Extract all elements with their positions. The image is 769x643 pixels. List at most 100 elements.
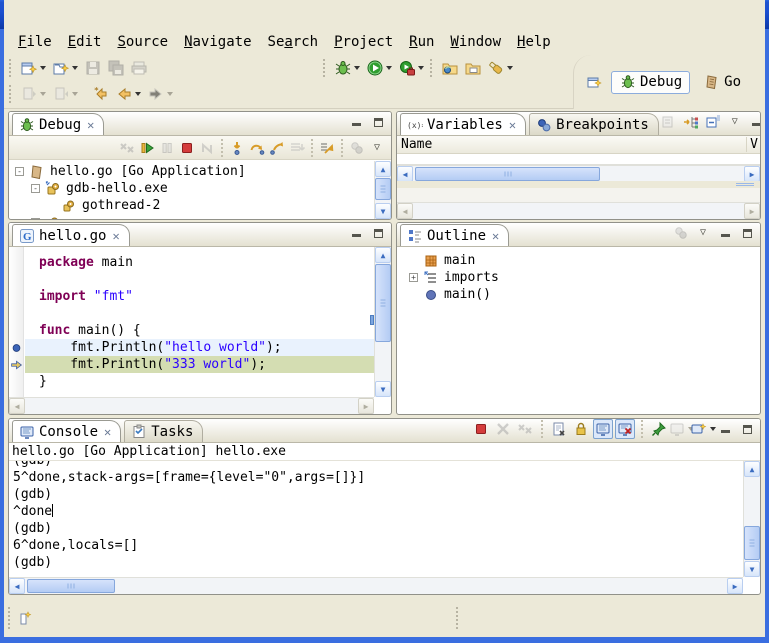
maximize-view-icon[interactable] (368, 223, 388, 243)
tab-tasks[interactable]: Tasks (124, 420, 203, 442)
code-line[interactable]: package main (25, 254, 374, 271)
close-tab-icon[interactable]: ✕ (509, 118, 516, 132)
dropdown-arrow-icon[interactable] (40, 66, 46, 70)
code-line[interactable] (25, 305, 374, 322)
minimize-view-icon[interactable] (346, 223, 366, 243)
menu-search[interactable]: Search (260, 32, 327, 52)
code-line[interactable]: fmt.Println("hello world"); (25, 339, 374, 356)
tree-item[interactable]: gothread-2 (11, 197, 374, 214)
view-menu-icon[interactable]: ▽ (725, 112, 745, 132)
collapse-all-button[interactable] (703, 112, 723, 132)
view-menu-icon[interactable]: ▽ (367, 138, 387, 158)
step-return-button[interactable] (267, 138, 287, 158)
variables-column-headers[interactable]: Name V (397, 136, 760, 154)
step-into-button[interactable] (227, 138, 247, 158)
step-filters-button[interactable] (317, 138, 337, 158)
save-button[interactable] (81, 57, 104, 79)
forward-button[interactable] (144, 83, 176, 105)
editor-vertical-scrollbar[interactable]: ▲ ▼ (374, 247, 391, 397)
logical-structure-button[interactable] (681, 112, 701, 132)
variables-detail-pane[interactable]: ◀ ▶ (397, 188, 760, 219)
menu-edit[interactable]: Edit (60, 32, 110, 52)
resume-button[interactable] (137, 138, 157, 158)
maximize-view-icon[interactable] (368, 112, 388, 132)
code-editor[interactable]: package mainimport "fmt"func main() { fm… (9, 247, 374, 397)
dropdown-arrow-icon[interactable] (72, 66, 78, 70)
scroll-down-icon[interactable]: ▼ (375, 381, 391, 397)
tree-item[interactable]: main() (405, 286, 760, 303)
perspective-go[interactable]: Go (696, 72, 748, 93)
close-tab-icon[interactable]: ✕ (492, 229, 499, 243)
prev-annotation-button[interactable] (49, 83, 81, 105)
new-wizard-button[interactable] (17, 57, 49, 79)
remove-terminated-button[interactable] (117, 138, 137, 158)
disconnect-button[interactable] (197, 138, 217, 158)
run-button[interactable] (363, 57, 395, 79)
scroll-left-icon[interactable]: ◀ (397, 166, 413, 182)
expand-icon[interactable]: + (409, 273, 418, 282)
menu-help[interactable]: Help (509, 32, 559, 52)
scroll-down-icon[interactable]: ▼ (744, 561, 760, 577)
collapse-icon[interactable]: - (31, 218, 40, 219)
close-tab-icon[interactable]: ✕ (104, 425, 111, 439)
back-button[interactable] (112, 83, 144, 105)
minimize-view-icon[interactable] (715, 223, 735, 243)
close-tab-icon[interactable]: ✕ (87, 118, 94, 132)
scroll-up-icon[interactable]: ▲ (375, 247, 391, 263)
display-console-button[interactable] (671, 419, 691, 439)
scrollbar-thumb[interactable] (375, 264, 391, 342)
dropdown-arrow-icon[interactable] (418, 66, 424, 70)
scroll-lock-button[interactable] (571, 419, 591, 439)
collapse-icon[interactable]: - (31, 184, 40, 193)
editor-gutter[interactable] (9, 247, 24, 397)
gray-circles-button[interactable] (347, 138, 367, 158)
menu-window[interactable]: Window (442, 32, 509, 52)
close-tab-icon[interactable]: ✕ (112, 229, 119, 243)
print-button[interactable] (127, 57, 150, 79)
folder-ball-button[interactable] (438, 57, 461, 79)
menu-project[interactable]: Project (326, 32, 401, 52)
tab-debug[interactable]: Debug✕ (12, 113, 104, 135)
menu-run[interactable]: Run (401, 32, 442, 52)
remove-terminated-button[interactable] (515, 419, 535, 439)
dropdown-arrow-icon[interactable] (40, 92, 46, 96)
drop-to-frame-button[interactable] (287, 138, 307, 158)
variables-h-scrollbar[interactable]: ◀ ▶ (397, 164, 760, 181)
debug-button[interactable] (331, 57, 363, 79)
menu-navigate[interactable]: Navigate (176, 32, 259, 52)
tree-item[interactable]: - (11, 214, 374, 219)
open-perspective-button[interactable] (582, 71, 605, 93)
scroll-up-icon[interactable]: ▲ (375, 161, 391, 177)
scroll-down-icon[interactable]: ▼ (375, 203, 391, 219)
pin-console-button[interactable] (649, 419, 669, 439)
tree-item[interactable]: -gdb-hello.exe (11, 180, 374, 197)
console-horizontal-scrollbar[interactable]: ◀ ▶ (9, 577, 743, 594)
code-line[interactable]: fmt.Println("333 world"); (25, 356, 374, 373)
column-value[interactable]: V (746, 137, 758, 152)
next-annotation-button[interactable] (17, 83, 49, 105)
console-output[interactable]: (gdb)5^done,stack-args=[frame={level="0"… (9, 461, 743, 577)
step-over-button[interactable] (247, 138, 267, 158)
dropdown-arrow-icon[interactable] (354, 66, 360, 70)
dropdown-arrow-icon[interactable] (135, 92, 141, 96)
tab-variables[interactable]: (x)=Variables✕ (400, 113, 526, 135)
last-edit-location-button[interactable]: * (89, 83, 112, 105)
fastview-bar-icon[interactable] (16, 609, 33, 626)
menu-source[interactable]: Source (109, 32, 176, 52)
scrollbar-thumb[interactable] (744, 526, 760, 560)
tab-console[interactable]: Console✕ (12, 420, 121, 442)
tab-outline[interactable]: Outline✕ (400, 224, 509, 246)
code-line[interactable]: } (25, 373, 374, 390)
scrollbar-thumb[interactable] (415, 167, 600, 181)
tree-item[interactable]: main (405, 252, 760, 269)
perspective-debug[interactable]: Debug (611, 71, 690, 94)
minimize-view-icon[interactable] (346, 112, 366, 132)
tab-breakpoints[interactable]: Breakpoints (529, 113, 659, 135)
folder-open-button[interactable] (461, 57, 484, 79)
dropdown-arrow-icon[interactable] (507, 66, 513, 70)
new-project-button[interactable] (49, 57, 81, 79)
scroll-left-icon[interactable]: ◀ (9, 578, 25, 594)
column-name[interactable]: Name (397, 137, 432, 152)
variables-sash[interactable] (397, 181, 760, 188)
debug-vertical-scrollbar[interactable]: ▲ ▼ (374, 161, 391, 219)
